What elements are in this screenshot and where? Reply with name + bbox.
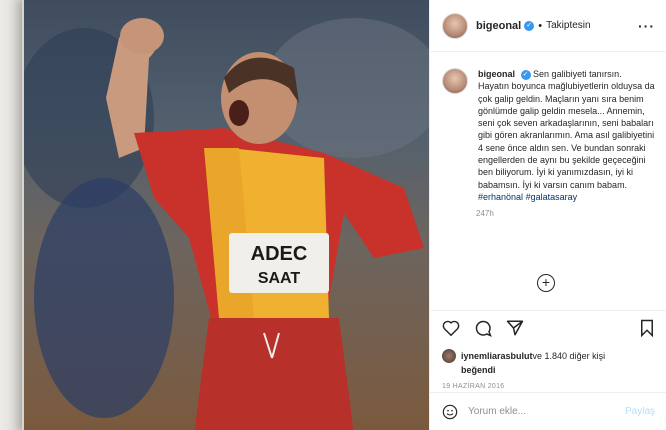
share-icon[interactable]	[506, 319, 524, 342]
avatar[interactable]	[442, 12, 468, 39]
likes-count[interactable]: ve 1.840 diğer kişi	[533, 351, 606, 361]
caption: bigeonal ✓ Sen galibiyeti tanırsın. Haya…	[442, 68, 655, 203]
follow-status[interactable]: Takiptesin	[546, 20, 590, 31]
add-comment-bar: Yorum ekle... Paylaş	[430, 392, 666, 430]
verified-badge-icon: ✓	[524, 20, 535, 31]
caption-body: Sen galibiyeti tanırsın. Hayatın boyunca…	[478, 69, 655, 190]
heart-icon[interactable]	[442, 320, 460, 341]
more-horizontal-icon[interactable]: ···	[638, 18, 655, 34]
sponsor-text-2: SAAT	[258, 270, 301, 287]
bookmark-icon[interactable]	[639, 319, 655, 342]
hashtag-erhanonal[interactable]: #erhanönal	[478, 192, 523, 202]
post-sidebar: bigeonal ✓ • Takiptesin ··· bigeonal ✓ S…	[429, 0, 666, 430]
load-more-comments-icon[interactable]: +	[537, 274, 555, 292]
caption-avatar[interactable]	[442, 68, 468, 94]
post-header: bigeonal ✓ • Takiptesin ···	[430, 0, 666, 52]
post-photo[interactable]: ADEC SAAT	[0, 0, 429, 430]
header-username[interactable]: bigeonal	[476, 20, 521, 32]
sponsor-text-1: ADEC	[251, 243, 308, 265]
comment-icon[interactable]	[474, 319, 492, 342]
post-comment-button[interactable]: Paylaş	[625, 406, 655, 417]
photo-print: ADEC SAAT	[14, 0, 429, 430]
post-actions: iynemliarasbulut ve 1.840 diğer kişi beğ…	[430, 310, 666, 390]
comments-section: bigeonal ✓ Sen galibiyeti tanırsın. Haya…	[430, 52, 666, 310]
caption-time: 247h	[476, 209, 494, 219]
verified-badge-icon: ✓	[520, 69, 531, 80]
hashtag-galatasaray[interactable]: #galatasaray	[526, 192, 578, 202]
post-date: 19 HAZİRAN 2016	[442, 383, 505, 390]
caption-text: bigeonal ✓ Sen galibiyeti tanırsın. Haya…	[478, 68, 655, 203]
player-illustration: ADEC SAAT	[14, 18, 429, 430]
comment-input[interactable]: Yorum ekle...	[468, 406, 526, 417]
separator-dot: •	[538, 19, 543, 32]
liker-username[interactable]: iynemliarasbulut	[461, 351, 533, 361]
liker-avatar[interactable]	[442, 349, 456, 363]
caption-username[interactable]: bigeonal	[478, 69, 515, 79]
action-icons	[442, 319, 655, 341]
likes-summary: iynemliarasbulut ve 1.840 diğer kişi	[442, 349, 655, 363]
emoji-icon[interactable]	[442, 404, 458, 420]
likes-suffix: beğendi	[461, 365, 496, 375]
